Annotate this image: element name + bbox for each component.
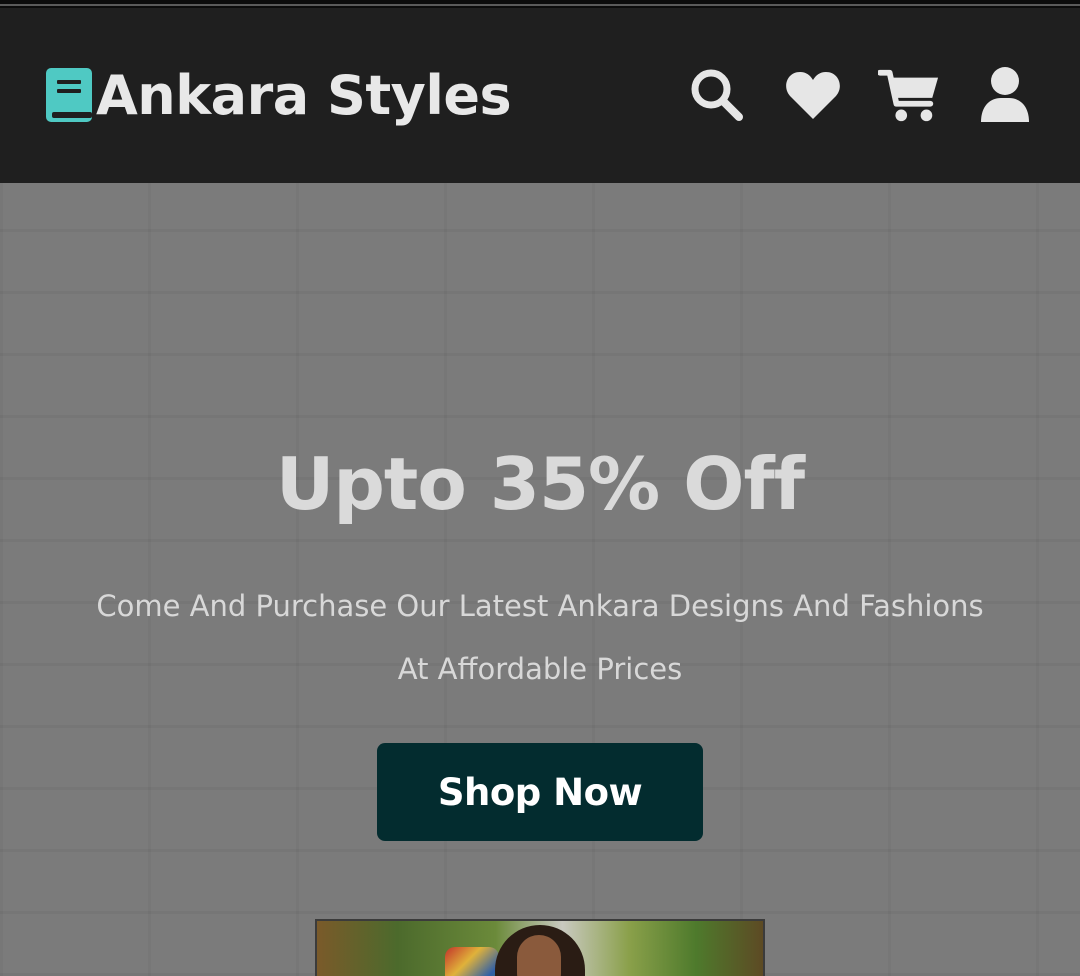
shop-now-button[interactable]: Shop Now — [377, 743, 703, 841]
hero-subtext: Come And Purchase Our Latest Ankara Desi… — [40, 575, 1040, 701]
book-icon — [46, 68, 92, 122]
image-scarf — [445, 947, 499, 976]
brand-logo-link[interactable]: Ankara Styles — [44, 60, 512, 132]
cart-button[interactable] — [878, 64, 940, 126]
user-icon — [981, 67, 1029, 122]
hero-subtext-line-2: At Affordable Prices — [397, 652, 683, 686]
image-model-face — [517, 935, 561, 976]
account-button[interactable] — [974, 64, 1036, 126]
brand-name: Ankara Styles — [96, 64, 512, 127]
heart-icon — [786, 72, 840, 119]
search-button[interactable] — [686, 64, 748, 126]
browser-top-edge — [0, 0, 1080, 8]
wishlist-button[interactable] — [782, 64, 844, 126]
hero-banner: Upto 35% Off Come And Purchase Our Lates… — [0, 183, 1080, 976]
site-header: Ankara Styles — [0, 8, 1080, 183]
hero-headline: Upto 35% Off — [275, 442, 805, 526]
cart-icon — [878, 69, 939, 122]
featured-product-image[interactable] — [315, 919, 765, 976]
hero-subtext-line-1: Come And Purchase Our Latest Ankara Desi… — [96, 589, 984, 623]
header-icon-bar — [652, 64, 1036, 126]
search-icon — [691, 69, 743, 121]
